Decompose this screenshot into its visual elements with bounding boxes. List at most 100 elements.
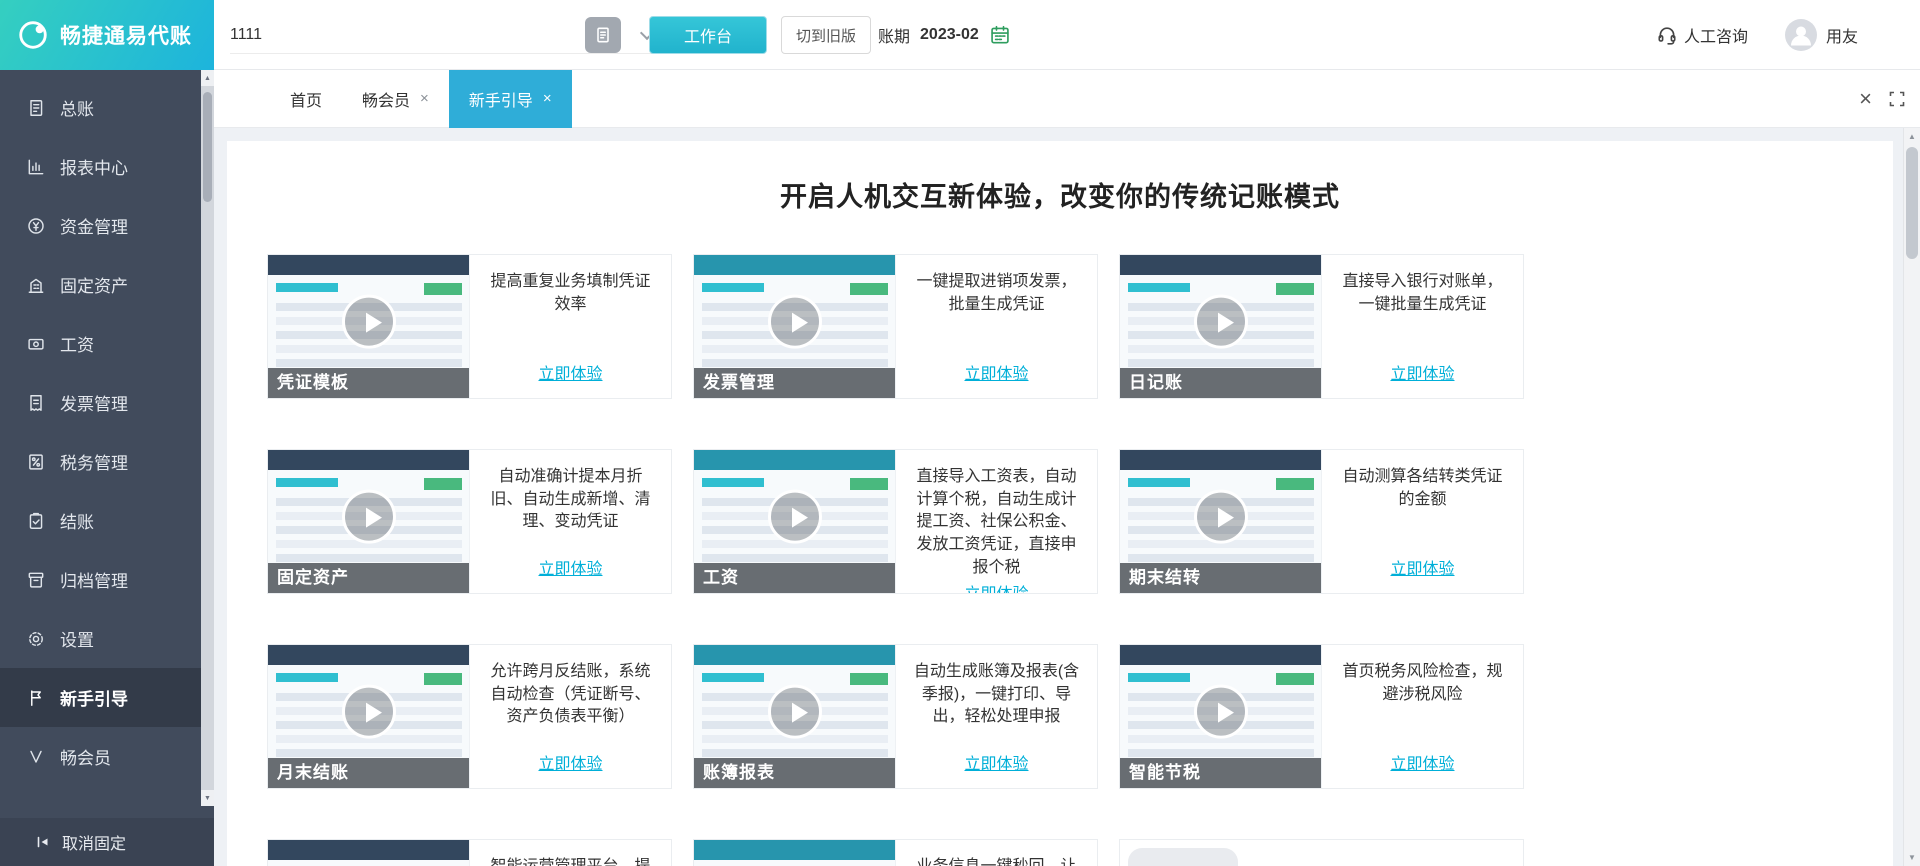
card-body: 一键提取进销项发票，批量生成凭证 立即体验 [896,255,1097,398]
feature-card-fixed-assets: 固定资产 自动准确计提本月折旧、自动生成新增、清理、变动凭证 立即体验 [267,449,672,594]
sidebar-item-payroll[interactable]: 工资 [0,314,214,373]
fullscreen-icon[interactable] [1888,90,1906,108]
feature-description: 一键提取进销项发票，批量生成凭证 [916,273,1077,313]
top-header: 畅捷通易代账 1111 工作台 切到旧版 账期 2023-02 人工咨询 用友 [0,0,1920,70]
play-button[interactable] [341,489,396,544]
document-badge[interactable] [585,17,621,53]
sidebar-item-beginner-guide[interactable]: 新手引导 [0,668,214,727]
video-thumbnail[interactable]: 智能节税 [1120,645,1322,788]
scroll-down-icon[interactable]: ▼ [201,790,214,806]
sidebar-item-report-center[interactable]: 报表中心 [0,137,214,196]
try-now-link[interactable]: 立即体验 [910,750,1083,774]
tab-label: 畅会员 [362,92,411,110]
tab-beginner-guide[interactable]: 新手引导 × [448,69,572,128]
human-support-button[interactable]: 人工咨询 [1656,0,1748,70]
video-thumbnail[interactable]: 工资 [694,450,896,593]
scroll-up-icon[interactable]: ▲ [1904,128,1920,145]
feature-name: 月末结账 [268,758,469,788]
feature-description: 直接导入银行对账单，一键批量生成凭证 [1342,273,1503,313]
sidebar-item-archive-management[interactable]: 归档管理 [0,550,214,609]
scroll-up-icon[interactable]: ▲ [201,70,214,86]
play-button[interactable] [767,294,822,349]
scroll-down-icon[interactable]: ▼ [1904,849,1920,866]
sidebar-item-closing[interactable]: 结账 [0,491,214,550]
video-thumbnail[interactable] [694,840,896,866]
video-thumbnail[interactable] [268,840,470,866]
calendar-icon[interactable] [989,24,1011,46]
sidebar-item-label: 发票管理 [60,395,128,414]
try-now-link[interactable]: 立即体验 [1336,555,1509,579]
video-thumbnail[interactable]: 日记账 [1120,255,1322,398]
accounting-period: 账期 2023-02 [878,0,1011,70]
sidebar-item-label: 工资 [60,336,94,355]
video-thumbnail[interactable]: 期末结转 [1120,450,1322,593]
feature-card-period-end-transfer: 期末结转 自动测算各结转类凭证的金额 立即体验 [1119,449,1524,594]
clipboard-check-icon [29,512,43,529]
feature-description: 业务信息一键秒回，让客 [910,850,1083,866]
unpin-sidebar-button[interactable]: 取消固定 [0,818,214,866]
card-body [1246,840,1523,866]
user-menu[interactable]: 用友 [1784,0,1858,70]
tab-close-icon[interactable]: × [543,91,552,106]
play-button[interactable] [1193,294,1248,349]
sidebar-item-label: 新手引导 [60,690,128,709]
close-icon[interactable]: × [1859,88,1872,110]
feature-card-month-end-closing: 月末结账 允许跨月反结账，系统自动检查（凭证断号、资产负债表平衡） 立即体验 [267,644,672,789]
feature-card-voucher-template: 凭证模板 提高重复业务填制凭证效率 立即体验 [267,254,672,399]
play-button[interactable] [1193,684,1248,739]
workbench-button[interactable]: 工作台 [649,16,767,54]
feature-description: 自动测算各结转类凭证的金额 [1342,468,1503,508]
money-icon [28,217,44,234]
sidebar-item-label: 归档管理 [60,572,128,591]
play-button[interactable] [341,294,396,349]
sidebar-scrollbar[interactable]: ▲ ▼ [201,70,214,806]
sidebar-item-member[interactable]: 畅会员 [0,727,214,786]
video-thumbnail[interactable]: 账簿报表 [694,645,896,788]
video-thumbnail[interactable]: 发票管理 [694,255,896,398]
video-thumbnail[interactable]: 月末结账 [268,645,470,788]
try-now-link[interactable]: 立即体验 [484,360,657,384]
main-scrollbar[interactable]: ▲ ▼ [1903,128,1920,866]
video-thumbnail[interactable]: 固定资产 [268,450,470,593]
flag-icon [31,689,41,706]
try-now-link[interactable]: 立即体验 [910,580,1083,593]
play-button[interactable] [1193,489,1248,544]
tab-home[interactable]: 首页 [270,70,342,128]
tab-close-icon[interactable]: × [420,91,429,106]
try-now-link[interactable]: 立即体验 [484,555,657,579]
gear-icon [29,631,43,646]
sidebar-item-general-ledger[interactable]: 总账 [0,78,214,137]
feature-card-invoice-management: 发票管理 一键提取进销项发票，批量生成凭证 立即体验 [693,254,1098,399]
try-now-link[interactable]: 立即体验 [1336,750,1509,774]
play-button[interactable] [767,489,822,544]
sidebar-item-invoice-management[interactable]: 发票管理 [0,373,214,432]
sidebar-item-tax-management[interactable]: 税务管理 [0,432,214,491]
thumbnail-placeholder [1128,848,1238,866]
switch-old-version-button[interactable]: 切到旧版 [781,16,871,54]
feature-description: 首页税务风险检查，规避涉税风险 [1342,663,1503,703]
feature-name: 智能节税 [1120,758,1321,788]
banknote-icon [28,338,44,350]
feature-description: 自动准确计提本月折旧、自动生成新增、清理、变动凭证 [490,468,651,531]
main-scrollbar-thumb[interactable] [1906,147,1918,259]
try-now-link[interactable]: 立即体验 [910,360,1083,384]
sidebar-item-settings[interactable]: 设置 [0,609,214,668]
period-value[interactable]: 2023-02 [920,26,979,44]
headset-icon [1658,27,1676,45]
card-body: 业务信息一键秒回，让客 [896,840,1097,866]
screenshot-preview [694,840,895,866]
tab-member[interactable]: 畅会员 × [342,70,449,128]
sidebar-scrollbar-thumb[interactable] [203,92,212,202]
sidebar-item-fund-management[interactable]: 资金管理 [0,196,214,255]
company-select-value: 1111 [230,26,263,43]
try-now-link[interactable]: 立即体验 [1336,360,1509,384]
sidebar-item-label: 设置 [60,631,94,650]
card-body: 直接导入银行对账单，一键批量生成凭证 立即体验 [1322,255,1523,398]
period-label: 账期 [878,29,911,46]
try-now-link[interactable]: 立即体验 [484,750,657,774]
sidebar-item-fixed-assets[interactable]: 固定资产 [0,255,214,314]
play-button[interactable] [767,684,822,739]
unpin-label: 取消固定 [62,836,127,853]
play-button[interactable] [341,684,396,739]
video-thumbnail[interactable]: 凭证模板 [268,255,470,398]
